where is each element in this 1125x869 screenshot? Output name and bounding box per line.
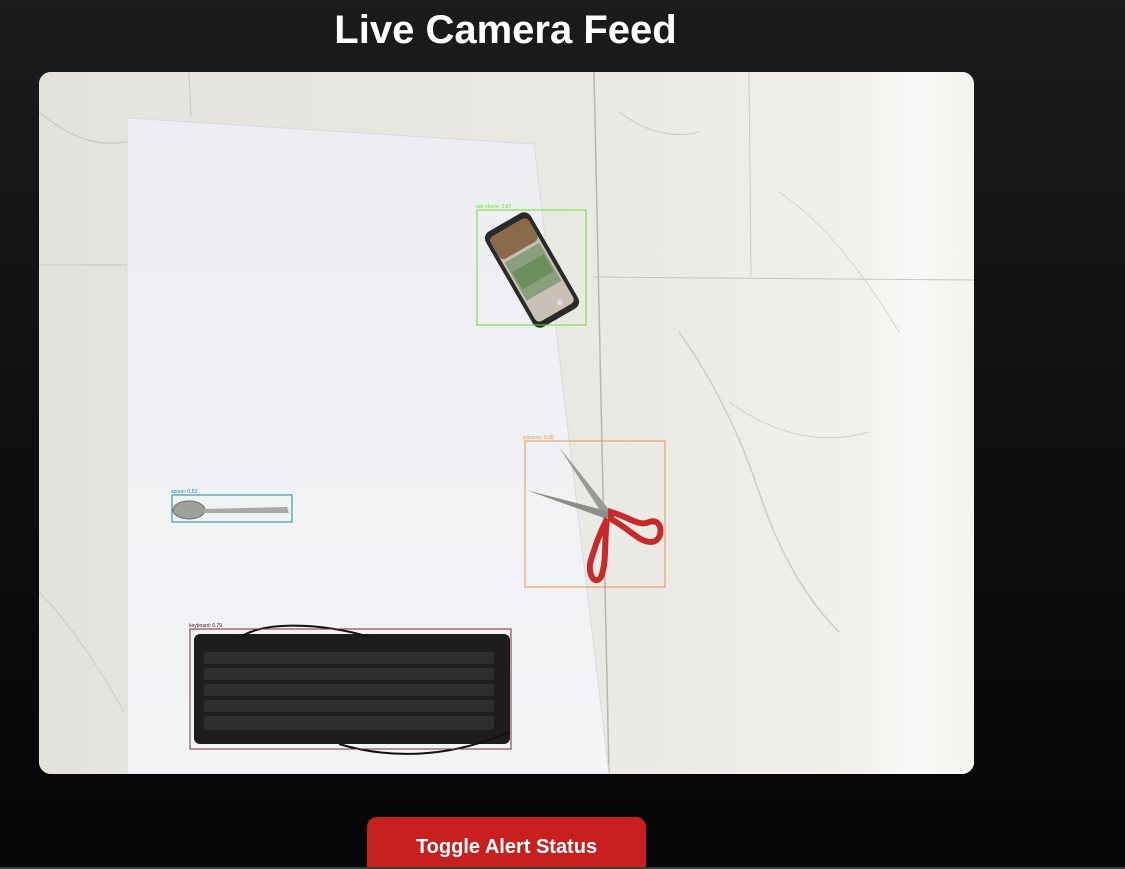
- detection-label-spoon: spoon: 0.53: [171, 489, 197, 495]
- toggle-alert-status-label: Toggle Alert Status: [415, 836, 598, 858]
- camera-feed: cell phone: 0.87 scissors: 0.90 spoon: 0…: [39, 72, 974, 774]
- detection-label-keyboard: keyboard: 0.79: [189, 623, 222, 629]
- floor-glare: [859, 72, 974, 774]
- detection-label-cell-phone: cell phone: 0.87: [476, 204, 512, 210]
- detection-label-scissors: scissors: 0.90: [523, 435, 554, 441]
- page-title: Live Camera Feed: [334, 8, 677, 52]
- camera-frame: cell phone: 0.87 scissors: 0.90 spoon: 0…: [39, 72, 974, 774]
- keyboard: [194, 624, 510, 755]
- toggle-alert-status-button[interactable]: Toggle Alert Status: [367, 817, 646, 869]
